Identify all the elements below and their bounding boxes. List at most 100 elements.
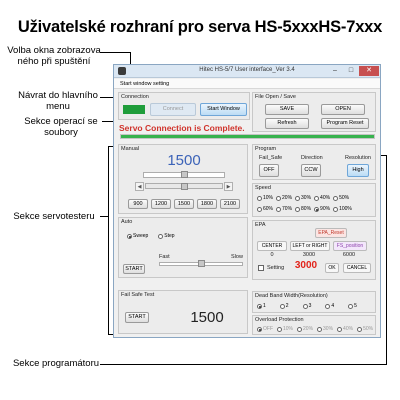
radio-dot-icon [279, 303, 285, 309]
bracket-servo-tester [108, 146, 109, 334]
menu-start-window-setting[interactable]: Start window setting [114, 79, 380, 89]
save-button[interactable]: SAVE [265, 104, 309, 115]
program-label: Program [255, 146, 277, 152]
radio-dot-icon [158, 233, 164, 239]
auto-fast-label: Fast [159, 254, 170, 260]
program-reset-button[interactable]: Program Reset [321, 118, 369, 129]
epa-ok-button[interactable]: OK [325, 263, 339, 273]
direction-toggle-button[interactable]: CCW [301, 164, 321, 177]
start-window-button[interactable]: Start Window [200, 103, 247, 116]
speed-radio[interactable]: 60% [257, 206, 273, 212]
epa-section: EPA EPA_Reset CENTER LEFT or RIGHT FS_po… [252, 220, 376, 280]
overload-radio[interactable]: 50% [357, 326, 373, 332]
speed-radio[interactable]: 50% [333, 195, 349, 201]
overload-radio-label: 40% [343, 326, 354, 332]
preset-button[interactable]: 1200 [151, 199, 171, 209]
radio-dot-icon [127, 233, 132, 239]
overload-radio[interactable]: 40% [337, 326, 353, 332]
epa-center-button[interactable]: CENTER [257, 241, 287, 251]
fail-safe-toggle-button[interactable]: OFF [259, 164, 279, 177]
preset-button[interactable]: 900 [128, 199, 148, 209]
speed-radio[interactable]: 80% [295, 206, 311, 212]
preset-button[interactable]: 1500 [174, 199, 194, 209]
speed-radio[interactable]: 70% [276, 206, 292, 212]
speed-radio[interactable]: 20% [276, 195, 292, 201]
bracket-programmer [386, 155, 387, 365]
fail-safe-test-label: Fail Safe Test [121, 292, 155, 298]
dead-band-radio[interactable]: 4 [325, 303, 334, 309]
overload-radio-label: 30% [323, 326, 334, 332]
dead-band-radio-label: 1 [263, 303, 266, 309]
manual-slider-thumb[interactable] [180, 171, 188, 178]
radio-dot-icon [325, 303, 331, 309]
speed-radio-label: 40% [320, 195, 331, 201]
auto-mode-group: Sweep Step [127, 233, 175, 239]
overload-radio[interactable]: OFF [257, 326, 273, 332]
overload-options: OFF 10% 20% 30% 40% 50% [257, 326, 373, 332]
annotation-back-to-main-menu: Návrat do hlavního menu [18, 90, 98, 112]
auto-mode-radio[interactable]: Step [158, 233, 175, 239]
epa-right-value: 6000 [342, 252, 356, 258]
connection-progress-track [120, 134, 375, 139]
speed-section: Speed 10% 20% 30% 40% 50% 60% 70% 80% 90% 100% [252, 183, 376, 217]
preset-button[interactable]: 2100 [220, 199, 240, 209]
manual-value: 1500 [167, 152, 201, 169]
radio-dot-icon [333, 195, 339, 201]
manual-scroll-left-icon[interactable]: ◀ [135, 182, 144, 191]
resolution-toggle-button[interactable]: High [347, 164, 369, 177]
radio-dot-icon [297, 326, 303, 332]
auto-slow-label: Slow [231, 254, 243, 260]
speed-radio[interactable]: 40% [314, 195, 330, 201]
fail-safe-test-section: Fail Safe Test START 1500 [118, 290, 248, 334]
manual-preset-row: 900 1200 1500 1800 2100 [128, 199, 240, 209]
auto-mode-radio-label: Step [164, 233, 175, 239]
overload-section: Overload Protection OFF 10% 20% 30% 40% 50% [252, 315, 376, 335]
auto-mode-radio-label: Sweep [133, 233, 149, 239]
dead-band-section: Dead Band Width(Resolution) 1 2 3 4 5 [252, 291, 376, 313]
direction-label: Direction [301, 155, 323, 161]
fail-safe-start-button[interactable]: START [125, 312, 149, 323]
epa-reset-button[interactable]: EPA_Reset [315, 228, 347, 238]
radio-dot-icon [257, 303, 262, 309]
speed-label: Speed [255, 185, 271, 191]
preset-button[interactable]: 1800 [197, 199, 217, 209]
maximize-icon[interactable]: □ [344, 66, 358, 76]
speed-radio[interactable]: 90% [314, 206, 330, 212]
program-section: Program Fail_Safe Direction Resolution O… [252, 144, 376, 180]
overload-radio[interactable]: 10% [277, 326, 293, 332]
auto-start-button[interactable]: START [123, 264, 145, 274]
refresh-button[interactable]: Refresh [265, 118, 309, 129]
speed-radio[interactable]: 30% [295, 195, 311, 201]
epa-fs-position-button[interactable]: FS_position [333, 241, 367, 251]
speed-radio-label: 30% [301, 195, 312, 201]
page-title: Uživatelské rozhraní pro serva HS-5xxxHS… [17, 18, 383, 36]
dead-band-radio[interactable]: 5 [348, 303, 357, 309]
dead-band-radio[interactable]: 3 [302, 303, 311, 309]
speed-radio[interactable]: 10% [257, 195, 273, 201]
epa-cancel-button[interactable]: CANCEL [343, 263, 371, 273]
radio-dot-icon [317, 326, 323, 332]
speed-radio-label: 90% [320, 206, 331, 212]
manual-scrollbar-thumb[interactable] [180, 183, 188, 190]
minimize-icon[interactable]: – [328, 66, 342, 76]
epa-left-right-button[interactable]: LEFT or RIGHT [290, 241, 330, 251]
radio-dot-icon [257, 206, 262, 212]
dead-band-radio[interactable]: 1 [257, 303, 266, 309]
fail-safe-setting-label: Fail_Safe [259, 155, 283, 161]
speed-radio-label: 70% [282, 206, 293, 212]
manual-scroll-right-icon[interactable]: ▶ [224, 182, 233, 191]
pointer-line-servo-tester [100, 216, 108, 217]
fail-safe-value: 1500 [190, 309, 224, 326]
speed-radio[interactable]: 100% [333, 206, 352, 212]
dead-band-radio[interactable]: 2 [279, 303, 289, 309]
auto-speed-thumb[interactable] [197, 260, 205, 267]
open-button[interactable]: OPEN [321, 104, 365, 115]
speed-options-row-1: 10% 20% 30% 40% 50% [257, 195, 349, 201]
close-icon[interactable]: ✕ [359, 66, 379, 76]
radio-dot-icon [314, 195, 320, 201]
epa-setting-checkbox[interactable] [258, 265, 264, 271]
overload-radio[interactable]: 20% [297, 326, 313, 332]
connect-button[interactable]: Connect [150, 103, 196, 116]
overload-radio[interactable]: 30% [317, 326, 333, 332]
auto-mode-radio[interactable]: Sweep [127, 233, 148, 239]
